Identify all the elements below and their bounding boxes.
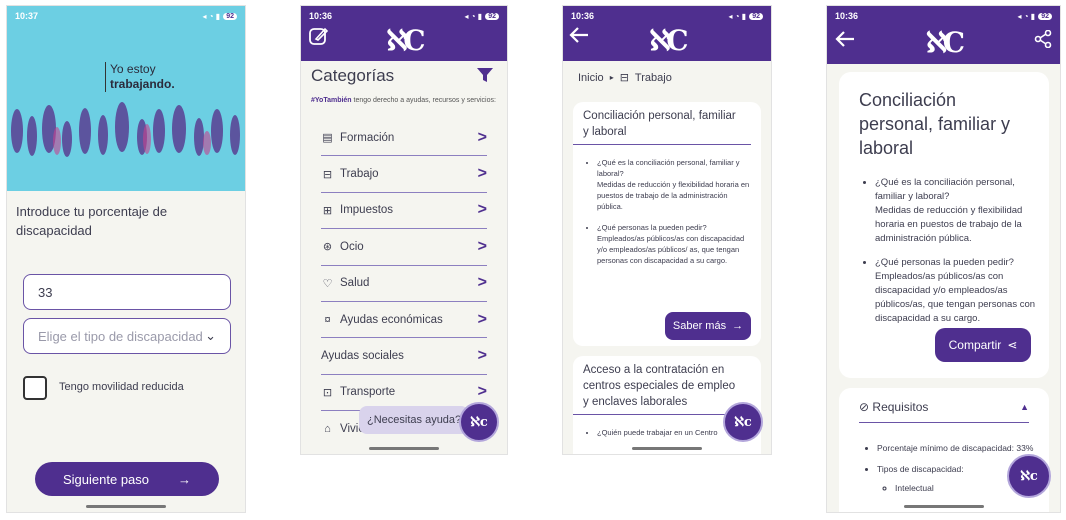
filter-icon[interactable] bbox=[477, 68, 493, 87]
collapse-icon: ▲ bbox=[1020, 402, 1029, 412]
battery-icon: 92 bbox=[1038, 12, 1052, 20]
status-bar: 10:36 ◂ ◔ ▮ 92 bbox=[301, 6, 507, 26]
chevron-right-icon: ▸ bbox=[609, 73, 614, 82]
list-item: Porcentaje mínimo de discapacidad: 33% bbox=[877, 442, 1039, 455]
edit-icon[interactable] bbox=[309, 26, 329, 50]
home-indicator bbox=[903, 505, 984, 508]
bus-icon: ⊡ bbox=[322, 386, 333, 399]
home-indicator bbox=[632, 447, 702, 450]
money-icon: ⊞ bbox=[322, 204, 333, 217]
category-item-formacion[interactable]: ▤ Formación > bbox=[321, 120, 487, 157]
chat-logo-icon: ℵc bbox=[470, 414, 488, 430]
arrow-right-icon: → bbox=[732, 320, 744, 332]
app-bar: 10:36 ◂ ◔ ▮ 92 ℵC bbox=[301, 6, 507, 61]
app-logo: ℵC bbox=[649, 24, 688, 57]
help-chat-button[interactable]: ℵc bbox=[723, 402, 763, 442]
arrow-right-icon: → bbox=[178, 471, 191, 487]
link-icon: ⊘ bbox=[859, 400, 870, 414]
category-item-ayudas-economicas[interactable]: ¤ Ayudas económicas > bbox=[321, 302, 487, 339]
list-item: ¿Qué es la conciliación personal, famili… bbox=[597, 157, 751, 212]
category-item-impuestos[interactable]: ⊞ Impuestos > bbox=[321, 193, 487, 230]
chevron-right-icon: > bbox=[477, 201, 487, 219]
hand-coin-icon: ¤ bbox=[324, 313, 331, 326]
next-step-button[interactable]: Siguiente paso → bbox=[35, 462, 219, 496]
list-item: ¿Qué personas la pueden pedir?Empleados/… bbox=[597, 222, 751, 266]
home-indicator bbox=[369, 447, 439, 450]
app-bar: 10:36 ◂ ◔ ▮ 92 ℵC bbox=[827, 6, 1060, 64]
category-item-trabajo[interactable]: ⊟ Trabajo > bbox=[321, 156, 487, 193]
category-item-salud[interactable]: ♡ Salud > bbox=[321, 266, 487, 302]
briefcase-icon: ⊟ bbox=[322, 168, 333, 181]
status-time: 10:37 bbox=[15, 11, 39, 21]
app-logo: ℵC bbox=[386, 24, 425, 57]
card-bullets: ¿Qué es la conciliación personal, famili… bbox=[573, 145, 761, 266]
breadcrumb-current: Trabajo bbox=[634, 71, 672, 84]
chevron-right-icon: > bbox=[477, 274, 487, 292]
chat-logo-icon: ℵc bbox=[1020, 468, 1038, 484]
back-arrow-icon[interactable] bbox=[835, 30, 855, 52]
chevron-right-icon: > bbox=[477, 237, 487, 255]
ball-icon: ⊛ bbox=[322, 241, 333, 254]
breadcrumb-home[interactable]: Inicio bbox=[578, 72, 604, 84]
categories-subtitle: #YoTambién tengo derecho a ayudas, recur… bbox=[311, 97, 496, 104]
share-button[interactable]: Compartir ⋖ bbox=[935, 328, 1031, 362]
chevron-right-icon: > bbox=[477, 128, 487, 146]
help-chat-button[interactable]: ℵc bbox=[459, 402, 499, 442]
card-title: Acceso a la contratación en centros espe… bbox=[573, 356, 751, 415]
briefcase-icon: ⊟ bbox=[619, 72, 629, 84]
app-logo: ℵC bbox=[925, 26, 965, 59]
more-info-button[interactable]: Saber más → bbox=[665, 312, 751, 340]
status-bar: 10:36 ◂ ◔ ▮ 92 bbox=[827, 6, 1060, 26]
battery-icon: 92 bbox=[749, 12, 763, 20]
category-item-ayudas-sociales[interactable]: Ayudas sociales > bbox=[321, 338, 487, 375]
detail-bullets: ¿Qué es la conciliación personal, famili… bbox=[839, 160, 1049, 326]
screen-categories: 10:36 ◂ ◔ ▮ 92 ℵC Categorías #YoTambién t… bbox=[300, 5, 508, 455]
home-indicator bbox=[86, 505, 166, 508]
resource-title: Conciliación personal, familiar y labora… bbox=[859, 90, 1011, 158]
card-title: Conciliación personal, familiar y labora… bbox=[573, 102, 751, 145]
crowd-illustration bbox=[11, 102, 240, 157]
disability-type-select[interactable]: Elige el tipo de discapacidad ⌄ bbox=[23, 318, 231, 354]
category-item-ocio[interactable]: ⊛ Ocio > bbox=[321, 229, 487, 266]
chevron-down-icon: ⌄ bbox=[205, 328, 216, 343]
house-icon: ⌂ bbox=[324, 423, 331, 436]
mobility-label: Tengo movilidad reducida bbox=[59, 381, 184, 393]
hero-banner: 10:37 ◂ ◔ ▮ 92 Yo estoy trabajando. bbox=[7, 6, 245, 191]
chevron-right-icon: > bbox=[477, 347, 487, 365]
requirements-header[interactable]: ⊘ Requisitos ▲ bbox=[859, 400, 1029, 423]
screen-resource-detail: 10:36 ◂ ◔ ▮ 92 ℵC Conciliación personal, … bbox=[826, 5, 1061, 513]
breadcrumb: Inicio ▸ ⊟ Trabajo bbox=[578, 71, 672, 85]
percentage-input[interactable]: 33 bbox=[23, 274, 231, 310]
app-bar: 10:36 ◂ ◔ ▮ 92 ℵC bbox=[563, 6, 771, 61]
mobility-checkbox[interactable] bbox=[23, 376, 47, 400]
status-bar: 10:36 ◂ ◔ ▮ 92 bbox=[563, 6, 771, 26]
heart-icon: ♡ bbox=[322, 277, 333, 290]
book-icon: ▤ bbox=[322, 132, 333, 145]
percentage-label: Introduce tu porcentaje de discapacidad bbox=[16, 204, 168, 238]
screen-percentage: 10:37 ◂ ◔ ▮ 92 Yo estoy trabajando. Intro… bbox=[6, 5, 246, 513]
chat-logo-icon: ℵc bbox=[734, 414, 752, 430]
resource-detail-card: Conciliación personal, familiar y labora… bbox=[839, 72, 1049, 378]
chevron-right-icon: > bbox=[477, 310, 487, 328]
screen-category-trabajo: 10:36 ◂ ◔ ▮ 92 ℵC Inicio ▸ ⊟ Trabajo Conc… bbox=[562, 5, 772, 455]
status-bar: 10:37 ◂ ◔ ▮ 92 bbox=[7, 6, 245, 26]
help-tooltip[interactable]: ¿Necesitas ayuda? bbox=[359, 406, 469, 434]
share-icon[interactable] bbox=[1034, 29, 1052, 52]
share-icon: ⋖ bbox=[1007, 338, 1018, 352]
chevron-right-icon: > bbox=[477, 383, 487, 401]
category-list: ▤ Formación > ⊟ Trabajo > ⊞ Impuestos > ⊛ Ocio >… bbox=[321, 120, 487, 448]
battery-icon: 92 bbox=[485, 12, 499, 20]
list-item: ¿Qué personas la pueden pedir?Empleados/… bbox=[875, 256, 1039, 326]
page-title: Categorías bbox=[311, 66, 395, 85]
resource-card-conciliacion: Conciliación personal, familiar y labora… bbox=[573, 102, 761, 346]
battery-icon: 92 bbox=[223, 12, 237, 20]
chevron-right-icon: > bbox=[477, 165, 487, 183]
help-chat-button[interactable]: ℵc bbox=[1007, 454, 1051, 498]
list-item: ¿Qué es la conciliación personal, famili… bbox=[875, 176, 1039, 246]
hero-slogan: Yo estoy trabajando. bbox=[105, 62, 175, 92]
back-arrow-icon[interactable] bbox=[569, 26, 589, 48]
